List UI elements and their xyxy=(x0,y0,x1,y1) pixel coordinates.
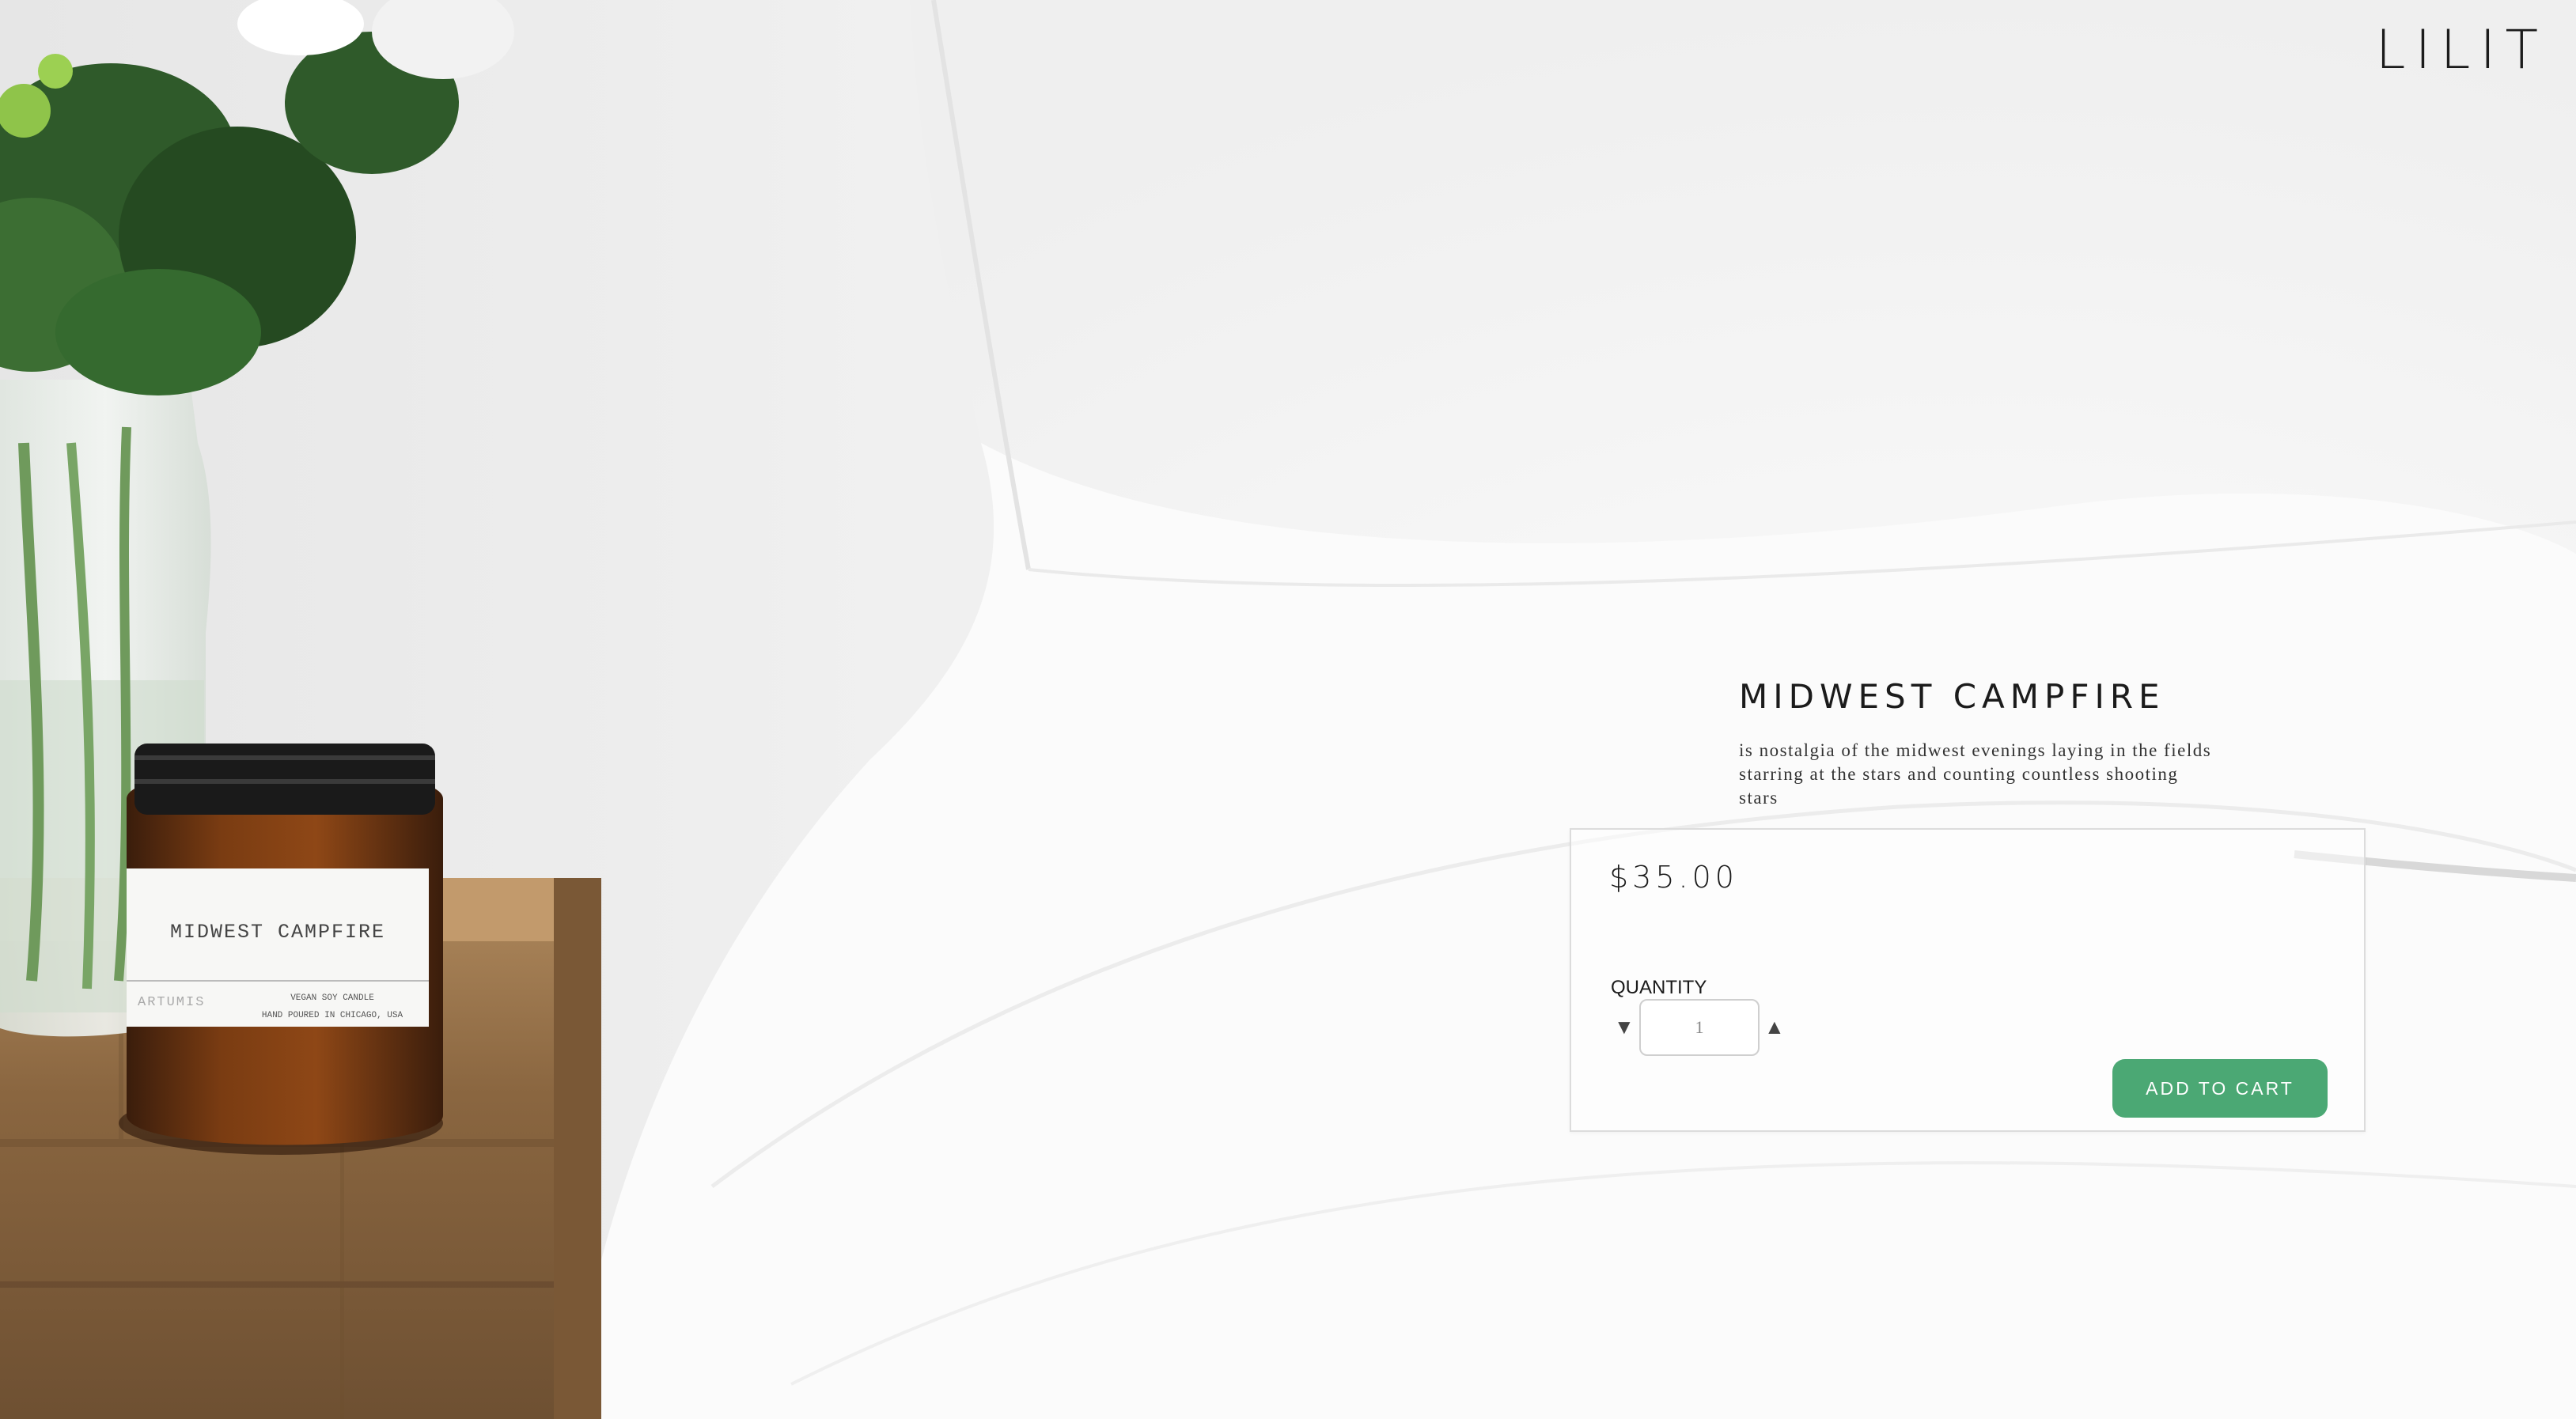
candle-label-line2: HAND POURED IN CHICAGO, USA xyxy=(261,1011,403,1020)
triangle-down-icon[interactable]: ▼ xyxy=(1614,1016,1635,1037)
candle-label-brand: ARTUMIS xyxy=(138,995,206,1010)
candle-label-name: MIDWEST CAMPFIRE xyxy=(169,921,386,944)
product-title: MIDWEST CAMPFIRE xyxy=(1739,677,2165,716)
candle-label-line1: VEGAN SOY CANDLE xyxy=(290,993,374,1003)
brand-logo[interactable]: LILIT xyxy=(2376,19,2548,81)
purchase-card: $35.00 QUANTITY ▼ ▲ ADD TO CART xyxy=(1570,828,2366,1132)
product-description: is nostalgia of the midwest evenings lay… xyxy=(1739,740,2212,808)
hero-background-image: MIDWEST CAMPFIRE ARTUMIS VEGAN SOY CANDL… xyxy=(0,0,2576,1419)
quantity-label: QUANTITY xyxy=(1611,977,1707,998)
add-to-cart-button[interactable]: ADD TO CART xyxy=(2112,1059,2328,1118)
triangle-up-icon[interactable]: ▲ xyxy=(1764,1016,1785,1037)
quantity-input[interactable] xyxy=(1639,999,1760,1056)
product-price: $35.00 xyxy=(1609,860,1738,895)
